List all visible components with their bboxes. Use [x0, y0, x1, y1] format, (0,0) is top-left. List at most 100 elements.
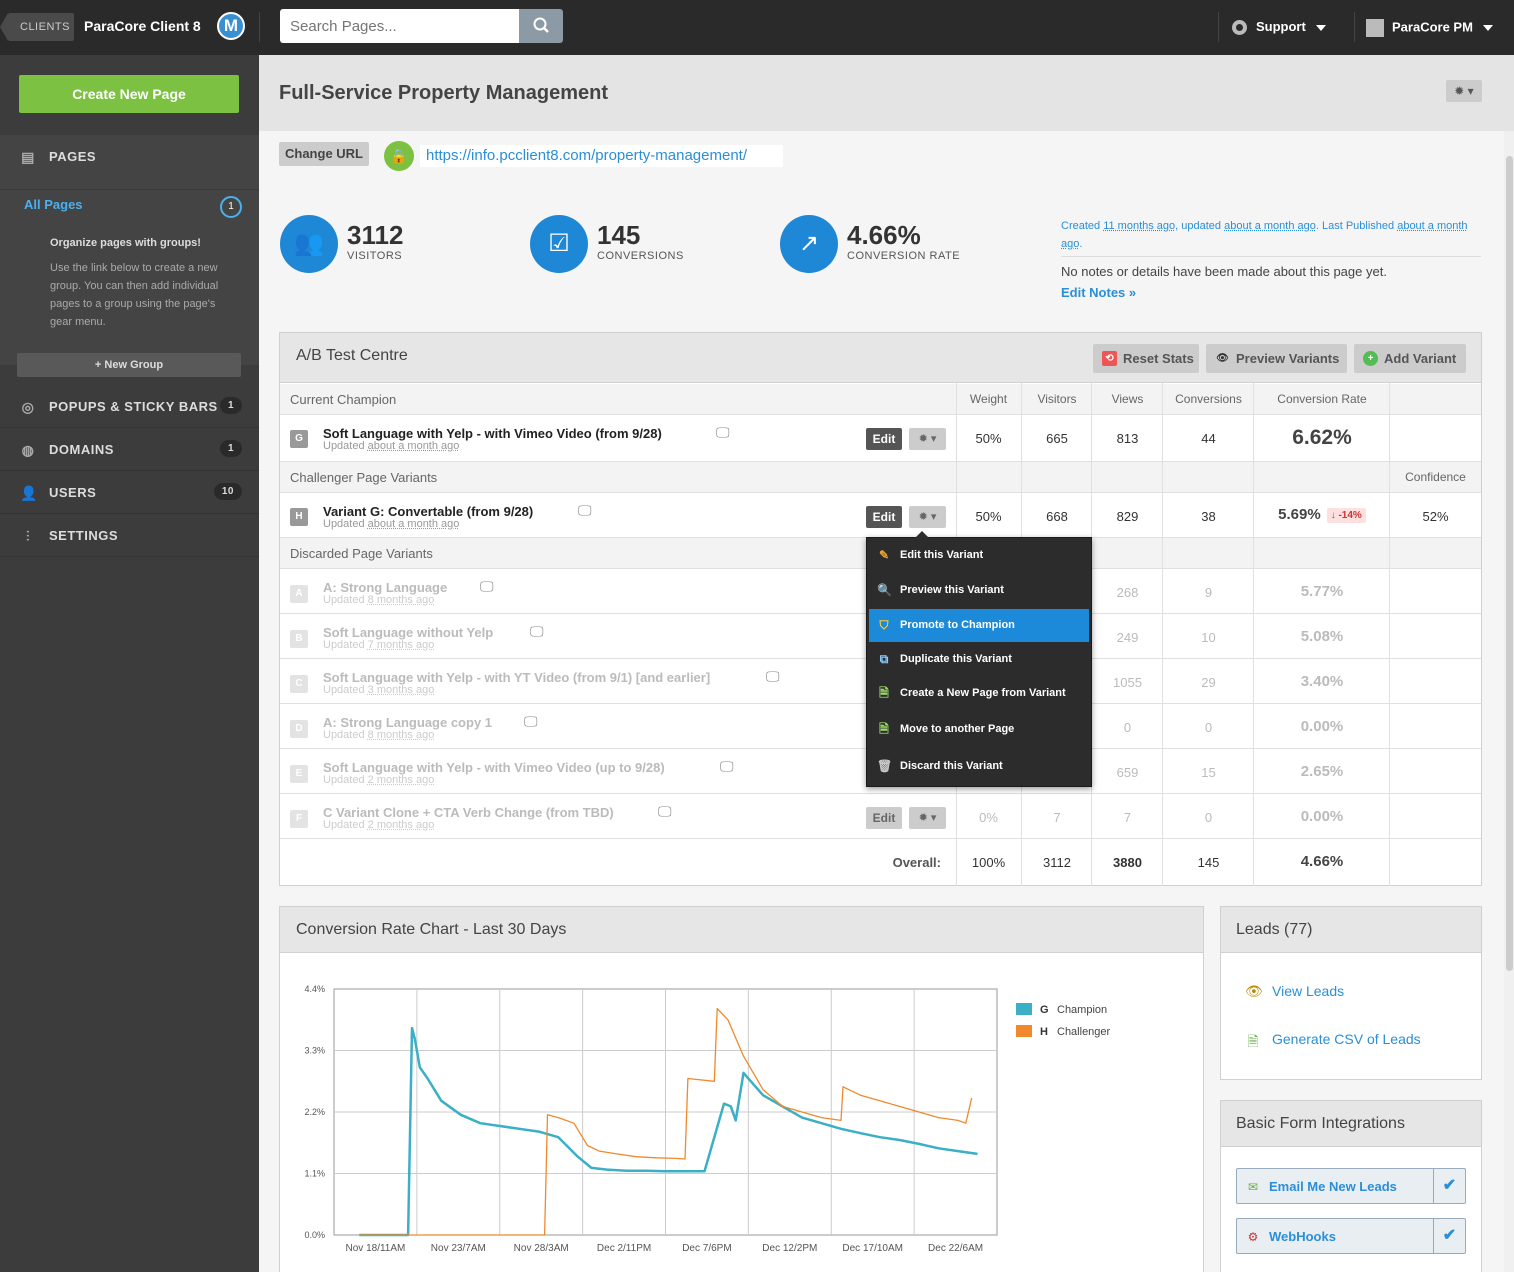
- support-menu[interactable]: Support: [1232, 19, 1326, 36]
- menu-item-edit-variant[interactable]: ✎ Edit this Variant: [869, 539, 1089, 572]
- chart-header: Conversion Rate Chart - Last 30 Days: [280, 907, 1203, 953]
- reset-stats-button[interactable]: ⟲ Reset Stats: [1093, 344, 1199, 373]
- support-label: Support: [1256, 19, 1306, 34]
- challenger-section-header: Challenger Page Variants Confidence: [280, 462, 1481, 493]
- gear-icon[interactable]: ✹ ▾: [909, 428, 946, 450]
- variant-name[interactable]: Soft Language with Yelp - with YT Video …: [323, 670, 710, 685]
- sidebar-item-domains[interactable]: ◍ DOMAINS 1: [0, 428, 259, 471]
- webhook-icon: ⚙: [1247, 1230, 1259, 1244]
- chevron-down-icon: [1482, 25, 1493, 31]
- variant-name[interactable]: C Variant Clone + CTA Verb Change (from …: [323, 805, 614, 820]
- email-me-new-leads-button[interactable]: ✉ Email Me New Leads ✔: [1236, 1168, 1466, 1204]
- view-leads-link[interactable]: View Leads: [1272, 983, 1344, 999]
- search-input[interactable]: [280, 9, 520, 43]
- divider: [1218, 12, 1219, 42]
- edit-button[interactable]: Edit: [866, 428, 902, 450]
- menu-item-label: Duplicate this Variant: [900, 653, 1012, 665]
- variant-updated: Updated about a month ago: [323, 440, 459, 452]
- page-url-link[interactable]: https://info.pcclient8.com/property-mana…: [420, 145, 783, 167]
- create-new-page-button[interactable]: Create New Page: [19, 75, 239, 113]
- menu-item-move-to-page[interactable]: 🗎 Move to another Page: [869, 713, 1089, 746]
- section-label: Challenger Page Variants: [290, 470, 438, 485]
- preview-variants-button[interactable]: 👁 Preview Variants: [1206, 344, 1347, 373]
- gear-icon[interactable]: ✹ ▾: [909, 807, 946, 829]
- variant-letter: D: [290, 720, 308, 738]
- user-menu[interactable]: ParaCore PM: [1366, 19, 1493, 37]
- checkmark-icon[interactable]: ✔: [1433, 1219, 1465, 1253]
- weight-cell: 50%: [975, 431, 1002, 446]
- meta-text: .: [1079, 238, 1083, 250]
- clients-back-button[interactable]: CLIENTS: [0, 13, 74, 41]
- sidebar-item-label: DOMAINS: [49, 442, 114, 457]
- chart-title: Conversion Rate Chart - Last 30 Days: [296, 921, 567, 938]
- menu-item-discard-variant[interactable]: 🗑 Discard this Variant: [869, 750, 1089, 783]
- sidebar-item-users[interactable]: 👤 USERS 10: [0, 471, 259, 514]
- conversions-cell: 10: [1201, 630, 1216, 645]
- menu-item-label: Preview this Variant: [900, 584, 1004, 596]
- updated-time: about a month ago: [367, 440, 460, 452]
- menu-item-label: Promote to Champion: [900, 619, 1015, 631]
- conversion-rate-cell: 5.08%: [1300, 628, 1344, 645]
- add-variant-button[interactable]: + Add Variant: [1354, 344, 1466, 373]
- gear-icon[interactable]: ✹ ▾: [909, 506, 946, 528]
- page-settings-button[interactable]: ✹ ▾: [1446, 80, 1482, 102]
- user-name: ParaCore PM: [1392, 19, 1473, 35]
- variant-updated: Updated 8 months ago: [323, 729, 434, 741]
- new-group-button[interactable]: + New Group: [17, 353, 241, 377]
- menu-item-label: Discard this Variant: [900, 760, 1003, 772]
- confidence-cell: 52%: [1422, 509, 1449, 524]
- variant-name[interactable]: Soft Language with Yelp - with Vimeo Vid…: [323, 760, 665, 775]
- sidebar-item-settings[interactable]: ⫶ SETTINGS: [0, 514, 259, 557]
- checkmark-icon[interactable]: ✔: [1433, 1169, 1465, 1203]
- chevron-down-icon: [1315, 24, 1326, 31]
- variant-updated: Updated 8 months ago: [323, 594, 434, 606]
- weight-cell: 50%: [975, 509, 1002, 524]
- variant-name[interactable]: Variant G: Convertable (from 9/28): [323, 504, 533, 519]
- meta-text: Created: [1061, 220, 1104, 232]
- conversions-cell: 9: [1204, 585, 1213, 600]
- edit-button[interactable]: Edit: [866, 506, 902, 528]
- rate-value: 5.69%: [1278, 506, 1321, 523]
- menu-item-preview-variant[interactable]: 🔍 Preview this Variant: [869, 574, 1089, 607]
- sidebar-item-all-pages[interactable]: All Pages: [24, 197, 83, 212]
- generate-csv-link[interactable]: Generate CSV of Leads: [1272, 1031, 1421, 1047]
- menu-item-label: Edit this Variant: [900, 549, 984, 561]
- variant-name[interactable]: A: Strong Language copy 1: [323, 715, 492, 730]
- webhooks-button[interactable]: ⚙ WebHooks ✔: [1236, 1218, 1466, 1254]
- updated-label: Updated: [323, 729, 368, 741]
- variant-updated: Updated 2 months ago: [323, 774, 434, 786]
- views-cell: 249: [1116, 630, 1139, 645]
- search-button[interactable]: [519, 9, 563, 43]
- integration-label: WebHooks: [1269, 1229, 1336, 1244]
- legend-letter: H: [1040, 1026, 1048, 1038]
- menu-item-create-page-from-variant[interactable]: 🗎 Create a New Page from Variant: [869, 677, 1089, 710]
- variant-name[interactable]: Soft Language with Yelp - with Vimeo Vid…: [323, 426, 662, 441]
- menu-item-duplicate-variant[interactable]: ⧉ Duplicate this Variant: [869, 643, 1089, 676]
- eye-icon: 👁: [1216, 353, 1229, 364]
- variant-name[interactable]: A: Strong Language: [323, 580, 447, 595]
- desktop-icon: 🖵: [578, 502, 592, 518]
- edit-notes-link[interactable]: Edit Notes »: [1061, 285, 1136, 300]
- edit-button[interactable]: Edit: [866, 807, 902, 829]
- sidebar-item-popups[interactable]: ◎ POPUPS & STICKY BARS 1: [0, 385, 259, 428]
- updated-label: Updated: [323, 440, 368, 452]
- pencil-icon: ✎: [878, 548, 890, 562]
- y-tick-label: 1.1%: [304, 1169, 325, 1179]
- column-header-views: Views: [1111, 392, 1144, 406]
- variant-name[interactable]: Soft Language without Yelp: [323, 625, 493, 640]
- change-url-button[interactable]: Change URL: [279, 142, 369, 166]
- button-label: Reset Stats: [1123, 351, 1194, 366]
- move-page-icon: 🗎: [879, 722, 889, 736]
- desktop-icon: 🖵: [716, 424, 730, 440]
- page-title: Full-Service Property Management: [279, 82, 608, 104]
- column-header-conversions: Conversions: [1175, 392, 1242, 406]
- y-tick-label: 2.2%: [304, 1107, 325, 1117]
- scrollbar-thumb[interactable]: [1506, 156, 1513, 971]
- menu-item-promote-to-champion[interactable]: ⛉ Promote to Champion: [869, 609, 1089, 642]
- sidebar-item-pages[interactable]: ▤ PAGES: [0, 135, 259, 178]
- sidebar-item-label: POPUPS & STICKY BARS: [49, 399, 218, 414]
- views-cell: 813: [1116, 431, 1139, 446]
- ab-test-header: A/B Test Centre ⟲ Reset Stats 👁 Preview Va…: [280, 333, 1481, 383]
- shield-icon: ⛉: [879, 618, 889, 632]
- created-time: 11 months ago: [1103, 220, 1176, 232]
